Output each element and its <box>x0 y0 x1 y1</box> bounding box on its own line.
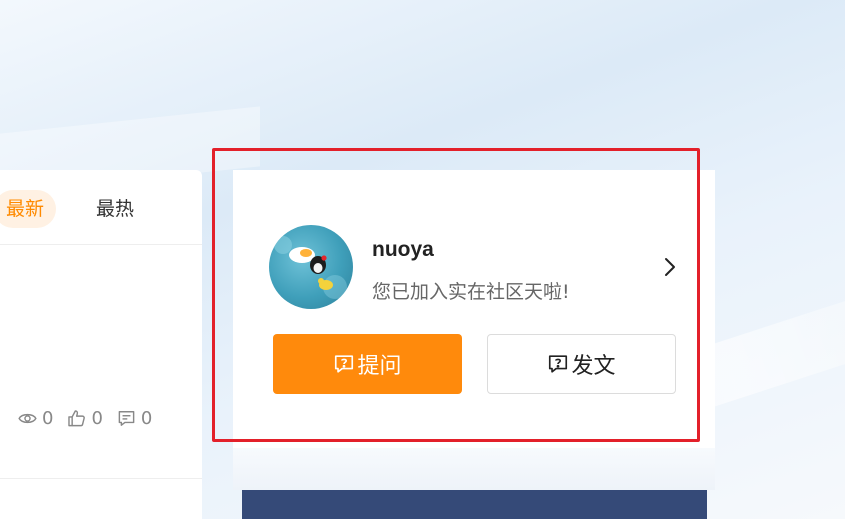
question-icon <box>549 355 568 373</box>
sort-tabs: 最新 最热 <box>0 170 202 245</box>
list-divider <box>0 478 202 479</box>
chevron-right-icon[interactable] <box>659 256 681 278</box>
banner-panel[interactable] <box>242 490 707 519</box>
comment-icon <box>118 411 135 426</box>
ask-question-label: 提问 <box>357 354 402 379</box>
write-post-button[interactable]: 发文 <box>487 334 676 394</box>
thumbs-up-icon <box>68 410 86 427</box>
welcome-message: 您已加入实在社区天啦! <box>372 281 570 303</box>
tab-latest[interactable]: 最新 <box>0 190 57 228</box>
comment-count[interactable]: 0 <box>117 408 152 429</box>
view-count-value: 0 <box>42 408 54 429</box>
write-post-label: 发文 <box>571 354 616 379</box>
ask-question-button[interactable]: 提问 <box>273 334 462 394</box>
penguin-avatar-image <box>274 236 347 299</box>
post-stats: 0 0 0 <box>18 408 152 429</box>
username[interactable]: nuoya <box>372 238 434 262</box>
user-profile-card: nuoya 您已加入实在社区天啦! 提问 发文 <box>233 170 715 448</box>
comment-count-value: 0 <box>140 408 153 429</box>
post-list-card: 最新 最热 0 0 0 <box>0 170 202 519</box>
view-count: 0 <box>18 408 53 429</box>
eye-icon <box>18 413 37 424</box>
like-count-value: 0 <box>91 408 103 429</box>
card-gap <box>233 448 715 490</box>
like-count[interactable]: 0 <box>67 408 103 429</box>
question-icon <box>335 355 354 373</box>
tab-hot[interactable]: 最热 <box>84 190 146 228</box>
avatar[interactable] <box>269 225 353 309</box>
